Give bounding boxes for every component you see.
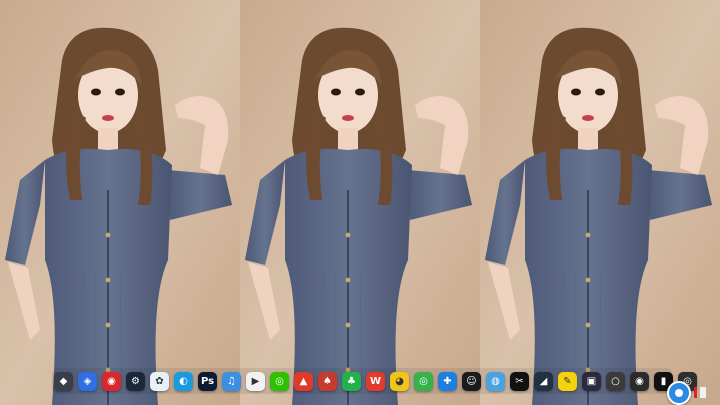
- capcut-icon[interactable]: ✂: [510, 371, 529, 391]
- system-tray: [667, 380, 720, 405]
- globe-app-icon[interactable]: ◍: [486, 371, 505, 391]
- green-leaf-icon[interactable]: ♣: [342, 371, 361, 391]
- wallpaper-panel-3: [479, 0, 720, 405]
- circle-tool-icon[interactable]: ○: [606, 371, 625, 391]
- wechat-icon[interactable]: ◎: [270, 371, 289, 391]
- qq-icon[interactable]: ☺: [462, 371, 481, 391]
- plus-cross-icon[interactable]: ✚: [438, 371, 457, 391]
- app-dark-bird-icon[interactable]: ◆: [54, 371, 73, 391]
- game-app-icon[interactable]: ♠: [318, 371, 337, 391]
- screen-record-icon[interactable]: [667, 380, 691, 405]
- media-console-icon[interactable]: ▣: [582, 371, 601, 391]
- obs-recorder-icon[interactable]: ◉: [630, 371, 649, 391]
- security-shield-icon[interactable]: ◈: [78, 371, 97, 391]
- steam-icon[interactable]: ⚙: [126, 371, 145, 391]
- dark-editor-icon[interactable]: ◢: [534, 371, 553, 391]
- video-player-icon[interactable]: ▶: [246, 371, 265, 391]
- stop-mark-red[interactable]: [694, 387, 697, 398]
- netease-music-icon[interactable]: ◉: [102, 371, 121, 391]
- flower-app-icon[interactable]: ✿: [150, 371, 169, 391]
- wps-office-icon[interactable]: W: [366, 371, 385, 391]
- photoshop-icon[interactable]: Ps: [198, 371, 217, 391]
- edge-browser-icon[interactable]: ◐: [174, 371, 193, 391]
- wallpaper-panel-1: [0, 0, 241, 405]
- stop-mark-light[interactable]: [700, 387, 706, 398]
- wallpaper: [0, 0, 720, 405]
- pdf-reader-icon[interactable]: ▲: [294, 371, 313, 391]
- chrome-browser-icon[interactable]: ◕: [390, 371, 409, 391]
- headphones-icon[interactable]: ♫: [222, 371, 241, 391]
- wechat-work-icon[interactable]: ◎: [414, 371, 433, 391]
- wallpaper-panel-2: [239, 0, 481, 405]
- yellow-notes-icon[interactable]: ✎: [558, 371, 577, 391]
- taskbar-dock: ◆ ◈ ◉ ⚙ ✿ ◐ Ps ♫ ▶ ◎ ▲ ♠ ♣ W ◕ ◎ ✚ ☺ ◍ ✂ ◢ ✎ ▣ ○ ◉ ▮ ◎: [52, 368, 697, 394]
